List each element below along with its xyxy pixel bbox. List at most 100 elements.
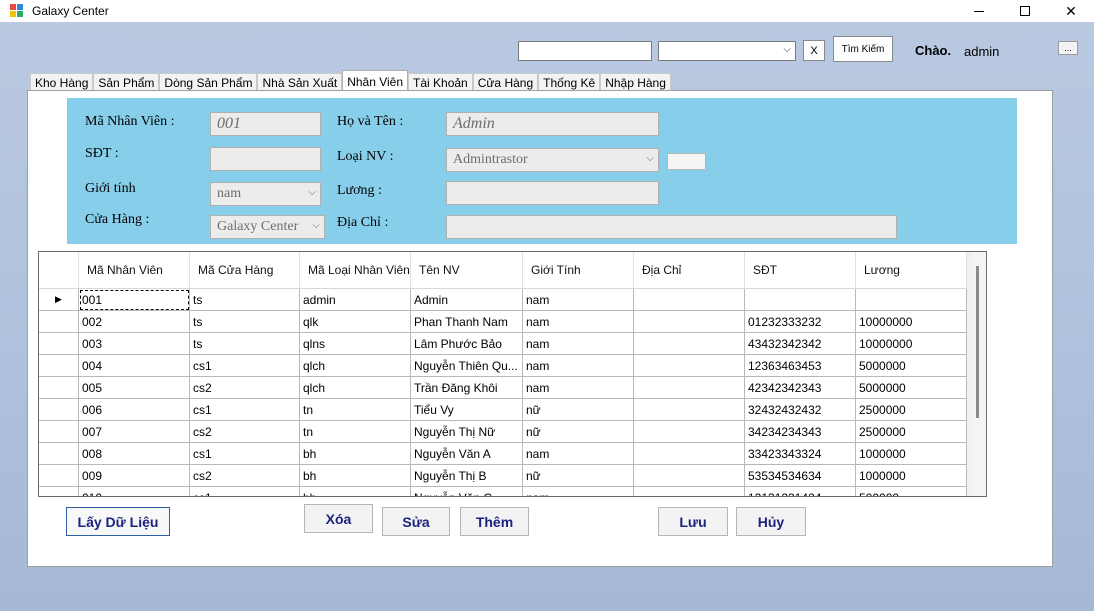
row-header[interactable]: ▶ bbox=[39, 289, 79, 311]
table-cell[interactable]: 53534534634 bbox=[745, 465, 856, 487]
table-cell[interactable] bbox=[745, 289, 856, 311]
row-header[interactable] bbox=[39, 311, 79, 333]
table-cell[interactable]: ts bbox=[190, 289, 300, 311]
table-cell[interactable]: nam bbox=[523, 355, 634, 377]
table-cell[interactable]: nam bbox=[523, 311, 634, 333]
table-cell[interactable]: cs2 bbox=[190, 465, 300, 487]
table-cell[interactable]: 32432432432 bbox=[745, 399, 856, 421]
table-row[interactable]: 007 cs2 tn Nguyễn Thị Nữ nữ 34234234343 250000… bbox=[39, 421, 967, 443]
column-header[interactable]: Mã Loại Nhân Viên bbox=[300, 252, 411, 289]
table-cell[interactable]: 12131231424 bbox=[745, 487, 856, 496]
table-cell[interactable]: 10000000 bbox=[856, 311, 967, 333]
column-header[interactable]: SĐT bbox=[745, 252, 856, 289]
table-cell[interactable] bbox=[634, 465, 745, 487]
table-cell[interactable]: nữ bbox=[523, 465, 634, 487]
table-cell[interactable] bbox=[634, 311, 745, 333]
table-cell[interactable]: 10000000 bbox=[856, 333, 967, 355]
table-cell[interactable]: bh bbox=[300, 465, 411, 487]
table-cell[interactable]: qlns bbox=[300, 333, 411, 355]
column-header[interactable]: Giới Tính bbox=[523, 252, 634, 289]
table-cell[interactable]: 001 bbox=[79, 289, 190, 311]
close-button[interactable]: ✕ bbox=[1048, 0, 1094, 22]
table-cell[interactable]: nam bbox=[523, 487, 634, 496]
table-cell[interactable]: Admin bbox=[411, 289, 523, 311]
table-cell[interactable] bbox=[634, 443, 745, 465]
table-cell[interactable]: qlch bbox=[300, 377, 411, 399]
table-cell[interactable]: 010 bbox=[79, 487, 190, 496]
table-row[interactable]: 008 cs1 bh Nguyễn Văn Anam 33423343324 100000… bbox=[39, 443, 967, 465]
row-header[interactable] bbox=[39, 465, 79, 487]
table-cell[interactable]: Nguyễn Văn C bbox=[411, 487, 523, 496]
search-filter-select[interactable]: ⌵ bbox=[658, 41, 796, 61]
row-header[interactable] bbox=[39, 377, 79, 399]
table-row[interactable]: 009 cs2 bh Nguyễn Thị Bnữ 53534534634 1000000 bbox=[39, 465, 967, 487]
row-header[interactable] bbox=[39, 443, 79, 465]
grid-scrollbar[interactable] bbox=[972, 252, 986, 496]
table-row[interactable]: 002 ts qlk Phan Thanh Nam nam 01232333232 1000… bbox=[39, 311, 967, 333]
table-row[interactable]: ▶ 001 ts admin Admin nam bbox=[39, 289, 967, 311]
table-cell[interactable]: 009 bbox=[79, 465, 190, 487]
table-cell[interactable]: cs2 bbox=[190, 421, 300, 443]
row-header[interactable] bbox=[39, 399, 79, 421]
table-cell[interactable]: 01232333232 bbox=[745, 311, 856, 333]
table-cell[interactable]: Nguyễn Thị Nữ bbox=[411, 421, 523, 443]
table-cell[interactable]: qlk bbox=[300, 311, 411, 333]
edit-button[interactable]: Sửa bbox=[382, 507, 450, 536]
table-cell[interactable]: cs1 bbox=[190, 399, 300, 421]
table-cell[interactable]: 006 bbox=[79, 399, 190, 421]
column-header[interactable]: Tên NV bbox=[411, 252, 523, 289]
column-header[interactable]: Mã Cửa Hàng bbox=[190, 252, 300, 289]
table-cell[interactable] bbox=[634, 399, 745, 421]
scrollbar-thumb[interactable] bbox=[976, 266, 979, 418]
table-cell[interactable]: nam bbox=[523, 377, 634, 399]
table-cell[interactable]: tn bbox=[300, 421, 411, 443]
delete-button[interactable]: Xóa bbox=[304, 504, 373, 533]
table-cell[interactable]: cs1 bbox=[190, 355, 300, 377]
table-cell[interactable]: 5000000 bbox=[856, 377, 967, 399]
save-button[interactable]: Lưu bbox=[658, 507, 728, 536]
table-cell[interactable]: cs1 bbox=[190, 487, 300, 496]
table-cell[interactable] bbox=[634, 333, 745, 355]
table-cell[interactable]: admin bbox=[300, 289, 411, 311]
table-cell[interactable]: 003 bbox=[79, 333, 190, 355]
column-header[interactable]: Mã Nhân Viên bbox=[79, 252, 190, 289]
table-cell[interactable]: Trần Đăng Khôi bbox=[411, 377, 523, 399]
table-cell[interactable]: qlch bbox=[300, 355, 411, 377]
ma-nv-field[interactable]: 001 bbox=[210, 112, 321, 136]
add-button[interactable]: Thêm bbox=[460, 507, 529, 536]
loai-nv-select[interactable]: Admintrastor ⌵ bbox=[446, 148, 659, 172]
table-cell[interactable]: 5000000 bbox=[856, 355, 967, 377]
table-cell[interactable]: ts bbox=[190, 333, 300, 355]
table-cell[interactable]: bh bbox=[300, 443, 411, 465]
table-cell[interactable]: nam bbox=[523, 333, 634, 355]
table-cell[interactable]: 500000 bbox=[856, 487, 967, 496]
row-header[interactable] bbox=[39, 421, 79, 443]
search-button[interactable]: Tìm Kiếm bbox=[833, 36, 893, 62]
minimize-button[interactable] bbox=[956, 0, 1002, 22]
table-cell[interactable]: 33423343324 bbox=[745, 443, 856, 465]
ho-ten-field[interactable]: Admin bbox=[446, 112, 659, 136]
table-cell[interactable]: 43432342342 bbox=[745, 333, 856, 355]
table-cell[interactable]: Nguyễn Thiên Qu... bbox=[411, 355, 523, 377]
column-header[interactable]: Lương bbox=[856, 252, 967, 289]
table-row[interactable]: 006 cs1 tn Tiểu Vy nữ 32432432432 2500000 bbox=[39, 399, 967, 421]
table-row[interactable]: 004 cs1 qlch Nguyễn Thiên Qu... nam 123634634… bbox=[39, 355, 967, 377]
table-row[interactable]: 010cs1bhNguyễn Văn Cnam 12131231424500000 bbox=[39, 487, 967, 496]
row-header[interactable] bbox=[39, 333, 79, 355]
table-cell[interactable]: Nguyễn Thị B bbox=[411, 465, 523, 487]
table-cell[interactable] bbox=[634, 421, 745, 443]
table-cell[interactable]: 004 bbox=[79, 355, 190, 377]
cua-hang-select[interactable]: Galaxy Center ⌵ bbox=[210, 215, 325, 239]
table-cell[interactable]: 002 bbox=[79, 311, 190, 333]
table-cell[interactable]: nữ bbox=[523, 421, 634, 443]
dia-chi-field[interactable] bbox=[446, 215, 897, 239]
table-cell[interactable]: tn bbox=[300, 399, 411, 421]
table-cell[interactable]: 1000000 bbox=[856, 465, 967, 487]
table-cell[interactable]: cs2 bbox=[190, 377, 300, 399]
table-cell[interactable] bbox=[634, 289, 745, 311]
table-cell[interactable]: 2500000 bbox=[856, 399, 967, 421]
employee-grid[interactable]: Mã Nhân Viên Mã Cửa Hàng Mã Loại Nhân Vi… bbox=[38, 251, 987, 497]
table-cell[interactable]: 007 bbox=[79, 421, 190, 443]
table-cell[interactable] bbox=[634, 377, 745, 399]
table-cell[interactable] bbox=[634, 355, 745, 377]
